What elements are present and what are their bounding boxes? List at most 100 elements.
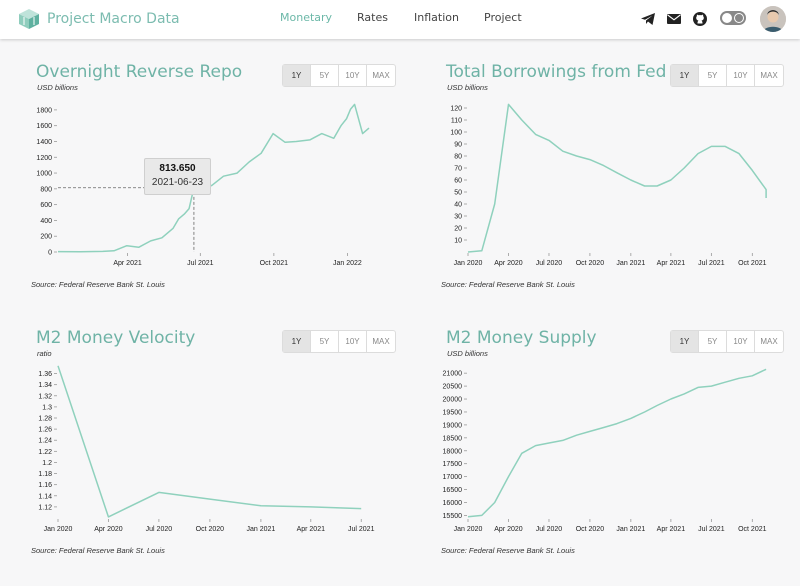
range-selector: 1Y 5Y 10Y MAX xyxy=(282,330,396,353)
y-tick-label: 80 xyxy=(454,154,462,161)
range-10y-button[interactable]: 10Y xyxy=(339,331,367,352)
range-5y-button[interactable]: 5Y xyxy=(699,65,727,86)
range-max-button[interactable]: MAX xyxy=(755,65,783,86)
y-tick-label: 1.28 xyxy=(38,416,52,423)
nav-project[interactable]: Project xyxy=(484,11,522,24)
x-tick-label: Jul 2021 xyxy=(698,526,725,533)
chart-title: Total Borrowings from Fed xyxy=(446,62,667,82)
y-tick-label: 1200 xyxy=(36,155,52,162)
y-tick-label: 17000 xyxy=(443,474,463,481)
range-10y-button[interactable]: 10Y xyxy=(339,65,367,86)
chart-unit: USD billions xyxy=(37,83,78,92)
theme-toggle[interactable] xyxy=(720,11,746,25)
x-tick-label: Oct 2020 xyxy=(576,260,605,267)
tooltip-date: 2021-06-23 xyxy=(151,177,204,188)
m2-velocity-chart[interactable]: 1.12 1.14 1.16 1.18 1.2 1.22 1.24 1.26 1.28 1.3 1.… xyxy=(36,360,381,540)
y-tick-label: 1.22 xyxy=(38,449,52,456)
range-max-button[interactable]: MAX xyxy=(367,65,395,86)
x-tick-label: Apr 2020 xyxy=(494,526,523,533)
y-tick-label: 1400 xyxy=(36,139,52,146)
x-tick-label: Jan 2020 xyxy=(454,260,483,267)
y-tick-label: 19000 xyxy=(443,422,463,429)
x-tick-label: Apr 2021 xyxy=(657,260,686,267)
chart-panel-reverse-repo: Overnight Reverse Repo USD billions 1Y 5… xyxy=(31,62,396,312)
y-tick-label: 16500 xyxy=(443,487,463,494)
x-tick-label: Jan 2021 xyxy=(616,526,645,533)
chart-title: M2 Money Velocity xyxy=(36,328,196,348)
y-tick-label: 1.34 xyxy=(38,382,52,389)
y-tick-label: 16000 xyxy=(443,500,463,507)
y-tick-label: 40 xyxy=(454,202,462,209)
chart-unit: USD billions xyxy=(447,349,488,358)
y-tick-label: 600 xyxy=(40,202,52,209)
y-tick-label: 70 xyxy=(454,166,462,173)
x-tick-label: Apr 2020 xyxy=(494,260,523,267)
range-10y-button[interactable]: 10Y xyxy=(727,331,755,352)
avatar[interactable] xyxy=(760,6,786,32)
top-navbar: Project Macro Data Monetary Rates Inflat… xyxy=(0,0,800,39)
y-tick-label: 50 xyxy=(454,190,462,197)
y-tick-label: 1000 xyxy=(36,171,52,178)
range-max-button[interactable]: MAX xyxy=(755,331,783,352)
y-tick-label: 20000 xyxy=(443,397,463,404)
chart-title: M2 Money Supply xyxy=(446,328,597,348)
x-tick-label: Jan 2020 xyxy=(454,526,483,533)
x-tick-label: Apr 2021 xyxy=(297,526,326,533)
range-5y-button[interactable]: 5Y xyxy=(311,65,339,86)
chart-panel-m2-velocity: M2 Money Velocity ratio 1Y 5Y 10Y MAX 1.… xyxy=(31,328,396,578)
github-icon[interactable] xyxy=(692,11,708,27)
brand-name: Project Macro Data xyxy=(47,11,180,27)
mail-icon[interactable] xyxy=(666,11,682,27)
y-tick-label: 110 xyxy=(451,118,462,125)
x-tick-label: Jul 2021 xyxy=(187,260,214,267)
x-tick-label: Jan 2021 xyxy=(616,260,645,267)
y-tick-label: 19500 xyxy=(443,409,463,416)
range-selector: 1Y 5Y 10Y MAX xyxy=(670,64,784,87)
m2-supply-chart[interactable]: 15500 16000 16500 17000 17500 18000 18500 19000… xyxy=(443,360,791,540)
x-tick-label: Jul 2021 xyxy=(698,260,725,267)
y-tick-label: 100 xyxy=(450,130,462,137)
borrowings-chart[interactable]: 10 20 30 40 50 60 70 80 90 100 110 120 Jan 2020 Apr 2… xyxy=(446,94,791,274)
y-tick-label: 1.14 xyxy=(38,493,52,500)
x-tick-label: Jan 2020 xyxy=(44,526,73,533)
y-tick-label: 1.24 xyxy=(38,438,52,445)
brand[interactable]: Project Macro Data xyxy=(18,6,180,32)
nav-rates[interactable]: Rates xyxy=(357,11,388,24)
chart-source: Source: Federal Reserve Bank St. Louis xyxy=(31,280,165,289)
range-1y-button[interactable]: 1Y xyxy=(283,331,311,352)
user-avatar-icon xyxy=(760,6,786,32)
y-tick-label: 1.18 xyxy=(38,471,52,478)
y-tick-label: 18500 xyxy=(443,435,463,442)
range-5y-button[interactable]: 5Y xyxy=(699,331,727,352)
range-10y-button[interactable]: 10Y xyxy=(727,65,755,86)
range-5y-button[interactable]: 5Y xyxy=(311,331,339,352)
chart-source: Source: Federal Reserve Bank St. Louis xyxy=(441,546,575,555)
nav-monetary[interactable]: Monetary xyxy=(280,11,332,24)
y-tick-label: 1.26 xyxy=(38,427,52,434)
y-tick-label: 120 xyxy=(450,106,462,113)
y-tick-label: 1.32 xyxy=(38,393,52,400)
y-tick-label: 20 xyxy=(454,226,462,233)
x-tick-label: Oct 2021 xyxy=(738,260,767,267)
range-1y-button[interactable]: 1Y xyxy=(671,65,699,86)
y-tick-label: 1.2 xyxy=(42,460,52,467)
y-tick-label: 15500 xyxy=(443,513,463,520)
range-1y-button[interactable]: 1Y xyxy=(283,65,311,86)
chart-source: Source: Federal Reserve Bank St. Louis xyxy=(31,546,165,555)
chart-unit: ratio xyxy=(37,349,52,358)
y-tick-label: 60 xyxy=(454,178,462,185)
range-max-button[interactable]: MAX xyxy=(367,331,395,352)
y-tick-label: 18000 xyxy=(443,448,463,455)
logo-icon xyxy=(19,9,39,29)
y-tick-label: 17500 xyxy=(443,461,463,468)
x-tick-label: Jan 2022 xyxy=(333,260,362,267)
series-line xyxy=(467,103,767,253)
range-1y-button[interactable]: 1Y xyxy=(671,331,699,352)
chart-source: Source: Federal Reserve Bank St. Louis xyxy=(441,280,575,289)
y-tick-label: 1.16 xyxy=(38,482,52,489)
chart-tooltip: 813.650 2021-06-23 xyxy=(144,158,211,195)
y-tick-label: 20500 xyxy=(443,384,463,391)
nav-inflation[interactable]: Inflation xyxy=(414,11,459,24)
y-tick-label: 1.36 xyxy=(38,371,52,378)
telegram-icon[interactable] xyxy=(640,11,656,27)
